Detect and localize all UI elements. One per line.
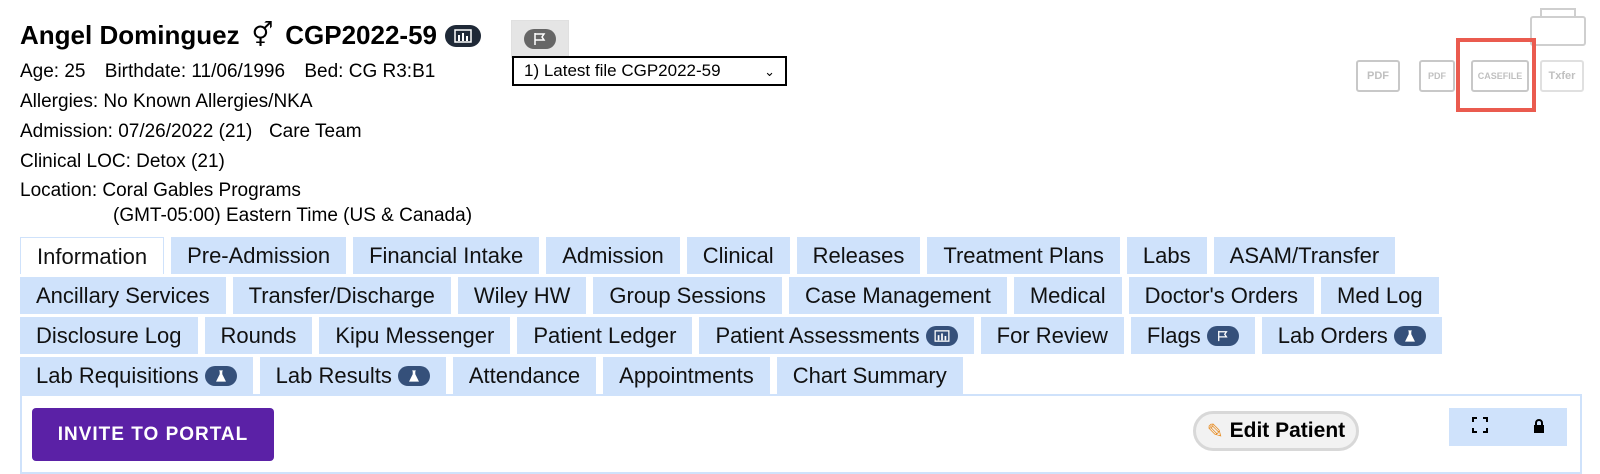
tab-bar: Information Pre-Admission Financial Inta… bbox=[20, 237, 1582, 397]
tab-row-2: Ancillary Services Transfer/Discharge Wi… bbox=[20, 277, 1582, 314]
invite-to-portal-button[interactable]: INVITE TO PORTAL bbox=[32, 408, 274, 461]
demographics-line: Age: 25 Birthdate: 11/06/1996 Bed: CG R3… bbox=[20, 61, 435, 83]
bed: Bed: CG R3:B1 bbox=[304, 61, 436, 82]
chevron-down-icon: ⌄ bbox=[764, 64, 775, 79]
tab-financial-intake[interactable]: Financial Intake bbox=[353, 237, 540, 274]
clinical-loc: Clinical LOC: Detox (21) bbox=[20, 151, 225, 172]
lock-icon[interactable] bbox=[1533, 417, 1545, 438]
tab-patient-ledger[interactable]: Patient Ledger bbox=[517, 317, 693, 354]
tab-group-sessions[interactable]: Group Sessions bbox=[593, 277, 782, 314]
edit-patient-label: Edit Patient bbox=[1229, 419, 1346, 442]
tab-doctors-orders[interactable]: Doctor's Orders bbox=[1128, 277, 1314, 314]
tab-case-management[interactable]: Case Management bbox=[788, 277, 1007, 314]
tab-releases[interactable]: Releases bbox=[796, 237, 921, 274]
timezone: (GMT-05:00) Eastern Time (US & Canada) bbox=[113, 205, 473, 226]
tab-med-log[interactable]: Med Log bbox=[1321, 277, 1439, 314]
tab-appointments[interactable]: Appointments bbox=[603, 357, 770, 394]
tab-chart-summary[interactable]: Chart Summary bbox=[776, 357, 963, 394]
flask-icon bbox=[1393, 325, 1426, 346]
age: Age: 25 bbox=[20, 61, 86, 82]
tab-row-4: Lab Requisitions Lab Results Attendance … bbox=[20, 357, 1582, 394]
tab-lab-results[interactable]: Lab Results bbox=[259, 357, 446, 394]
tab-ancillary-services[interactable]: Ancillary Services bbox=[20, 277, 226, 314]
tab-treatment-plans[interactable]: Treatment Plans bbox=[927, 237, 1120, 274]
pdf-icon[interactable]: PDF bbox=[1356, 60, 1400, 92]
care-team-link[interactable]: Care Team bbox=[269, 121, 362, 142]
tab-labs[interactable]: Labs bbox=[1126, 237, 1207, 274]
tab-rounds[interactable]: Rounds bbox=[204, 317, 313, 354]
tab-clinical[interactable]: Clinical bbox=[686, 237, 790, 274]
tab-flags[interactable]: Flags bbox=[1130, 317, 1255, 354]
tab-lab-requisitions[interactable]: Lab Requisitions bbox=[20, 357, 253, 394]
tab-for-review[interactable]: For Review bbox=[980, 317, 1124, 354]
tab-row-3: Disclosure Log Rounds Kipu Messenger Pat… bbox=[20, 317, 1582, 354]
tab-label: Lab Orders bbox=[1277, 323, 1388, 348]
panel-tools bbox=[1449, 408, 1567, 446]
admission: Admission: 07/26/2022 (21) bbox=[20, 121, 253, 142]
tab-information[interactable]: Information bbox=[20, 237, 165, 274]
tab-label: Flags bbox=[1146, 323, 1201, 348]
printer-icon[interactable] bbox=[1530, 8, 1586, 46]
chart-icon bbox=[925, 325, 958, 346]
tab-pre-admission[interactable]: Pre-Admission bbox=[171, 237, 347, 274]
location: Location: Coral Gables Programs bbox=[20, 180, 301, 201]
patient-id: CGP2022-59 bbox=[285, 20, 437, 50]
allergies: Allergies: No Known Allergies/NKA bbox=[20, 91, 313, 112]
tab-transfer-discharge[interactable]: Transfer/Discharge bbox=[232, 277, 451, 314]
tab-disclosure-log[interactable]: Disclosure Log bbox=[20, 317, 198, 354]
txfer-icon[interactable]: Txfer bbox=[1540, 60, 1584, 92]
tab-patient-assessments[interactable]: Patient Assessments bbox=[699, 317, 974, 354]
file-select-value: 1) Latest file CGP2022-59 bbox=[524, 61, 721, 80]
gender-icon: ⚥ bbox=[251, 22, 274, 49]
tab-label: Lab Requisitions bbox=[36, 363, 199, 388]
admission-line: Admission: 07/26/2022 (21) Care Team bbox=[20, 121, 362, 143]
flask-icon bbox=[397, 365, 430, 386]
patient-name: Angel Dominguez bbox=[20, 20, 240, 50]
tab-admission[interactable]: Admission bbox=[546, 237, 680, 274]
tab-kipu-messenger[interactable]: Kipu Messenger bbox=[319, 317, 511, 354]
tab-label: Lab Results bbox=[275, 363, 392, 388]
file-select[interactable]: 1) Latest file CGP2022-59 ⌄ bbox=[512, 56, 787, 86]
pencil-icon: ✎ bbox=[1206, 420, 1224, 443]
expand-icon[interactable] bbox=[1471, 416, 1488, 438]
tab-label: Patient Assessments bbox=[715, 323, 920, 348]
tab-attendance[interactable]: Attendance bbox=[452, 357, 597, 394]
patient-header: Angel Dominguez ⚥ CGP2022-59 bbox=[20, 20, 481, 51]
tab-wiley-hw[interactable]: Wiley HW bbox=[457, 277, 587, 314]
tab-lab-orders[interactable]: Lab Orders bbox=[1261, 317, 1442, 354]
flag-icon bbox=[524, 29, 556, 49]
tab-asam-transfer[interactable]: ASAM/Transfer bbox=[1213, 237, 1396, 274]
pdf-small-icon[interactable]: PDF bbox=[1419, 60, 1455, 92]
tab-row-1: Information Pre-Admission Financial Inta… bbox=[20, 237, 1582, 274]
edit-patient-button[interactable]: ✎ Edit Patient bbox=[1193, 411, 1359, 451]
casefile-highlight bbox=[1456, 38, 1536, 112]
tab-medical[interactable]: Medical bbox=[1013, 277, 1122, 314]
flag-button[interactable] bbox=[511, 20, 569, 58]
flag-icon bbox=[1206, 325, 1239, 346]
flask-icon bbox=[204, 365, 237, 386]
chart-icon[interactable] bbox=[445, 24, 481, 47]
birthdate: Birthdate: 11/06/1996 bbox=[104, 61, 286, 82]
